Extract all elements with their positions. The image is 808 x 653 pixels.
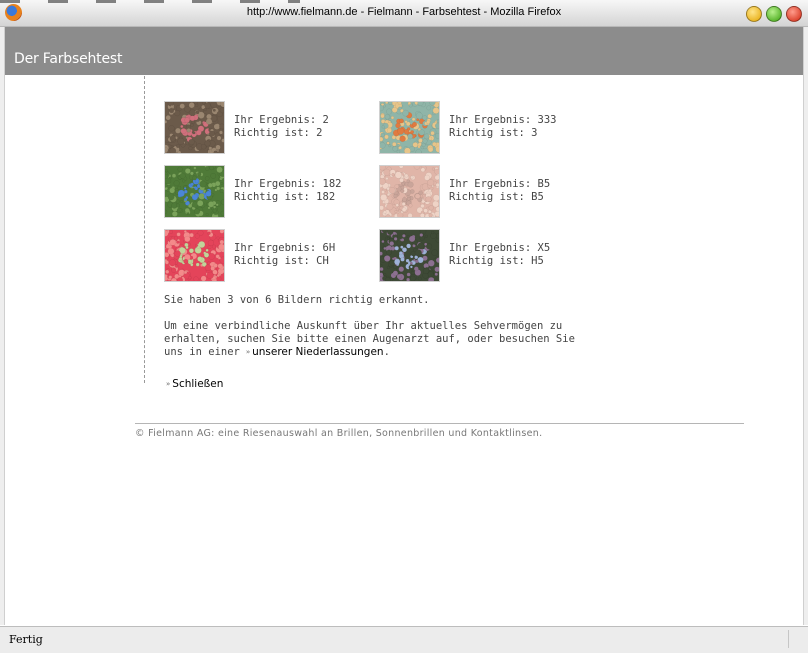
your-result: Ihr Ergebnis: 333: [449, 114, 557, 126]
color-test-plate: [379, 101, 440, 154]
maximize-button[interactable]: [766, 6, 782, 22]
window-frame-left: [0, 27, 5, 625]
page-header: Der Farbsehtest: [5, 27, 803, 75]
window-titlebar: http://www.fielmann.de - Fielmann - Farb…: [0, 0, 808, 27]
result-item: Ihr Ergebnis: 2 Richtig ist: 2: [164, 101, 369, 154]
plate-dots: [165, 230, 224, 281]
correct-answer: Richtig ist: H5: [449, 255, 544, 267]
correct-answer: Richtig ist: 2: [234, 127, 323, 139]
menu-bar-remnant: [0, 0, 300, 3]
plate-dots: [380, 230, 439, 281]
footer-divider: [135, 423, 744, 424]
status-bar: Fertig: [0, 626, 808, 653]
advice-suffix: .: [383, 346, 390, 358]
result-item: Ihr Ergebnis: 182 Richtig ist: 182: [164, 165, 369, 218]
color-test-plate: [379, 165, 440, 218]
result-text: Ihr Ergebnis: 333 Richtig ist: 3: [449, 114, 556, 140]
window-frame-right: [803, 27, 808, 625]
your-result: Ihr Ergebnis: 182: [234, 178, 342, 190]
result-text: Ihr Ergebnis: X5 Richtig ist: H5: [449, 242, 550, 268]
status-panel: [788, 630, 803, 648]
correct-answer: Richtig ist: 3: [449, 127, 538, 139]
close-link[interactable]: Schließen: [172, 378, 223, 390]
window-title: http://www.fielmann.de - Fielmann - Farb…: [246, 6, 562, 18]
footer-copyright: © Fielmann AG: eine Riesenauswahl an Bri…: [135, 428, 543, 439]
your-result: Ihr Ergebnis: X5: [449, 242, 551, 254]
your-result: Ihr Ergebnis: 2: [234, 114, 329, 126]
plate-dots: [165, 102, 224, 153]
result-item: Ihr Ergebnis: 6H Richtig ist: CH: [164, 229, 369, 282]
result-text: Ihr Ergebnis: B5 Richtig ist: B5: [449, 178, 550, 204]
plate-dots: [380, 102, 439, 153]
result-text: Ihr Ergebnis: 2 Richtig ist: 2: [234, 114, 329, 140]
your-result: Ihr Ergebnis: 6H: [234, 242, 336, 254]
close-window-button[interactable]: [786, 6, 802, 22]
color-test-plate: [164, 101, 225, 154]
branches-link[interactable]: unserer Niederlassungen: [252, 346, 384, 358]
advice-paragraph: Um eine verbindliche Auskunft über Ihr a…: [164, 320, 594, 359]
correct-answer: Richtig ist: 182: [234, 191, 336, 203]
double-chevron-right-icon: »: [166, 380, 171, 388]
score-summary: Sie haben 3 von 6 Bildern richtig erkann…: [164, 294, 430, 306]
color-test-plate: [164, 165, 225, 218]
result-item: Ihr Ergebnis: B5 Richtig ist: B5: [379, 165, 584, 218]
color-test-plate: [164, 229, 225, 282]
page-title: Der Farbsehtest: [14, 51, 123, 67]
color-test-plate: [379, 229, 440, 282]
correct-answer: Richtig ist: B5: [449, 191, 544, 203]
your-result: Ihr Ergebnis: B5: [449, 178, 551, 190]
content-divider: [144, 76, 145, 383]
minimize-button[interactable]: [746, 6, 762, 22]
plate-dots: [165, 166, 224, 217]
correct-answer: Richtig ist: CH: [234, 255, 329, 267]
result-text: Ihr Ergebnis: 6H Richtig ist: CH: [234, 242, 335, 268]
plate-dots: [380, 166, 439, 217]
result-item: Ihr Ergebnis: 333 Richtig ist: 3: [379, 101, 584, 154]
close-link-container: » Schließen: [162, 372, 223, 391]
result-text: Ihr Ergebnis: 182 Richtig ist: 182: [234, 178, 341, 204]
double-chevron-right-icon: »: [245, 348, 251, 356]
result-item: Ihr Ergebnis: X5 Richtig ist: H5: [379, 229, 584, 282]
status-text: Fertig: [9, 633, 43, 646]
